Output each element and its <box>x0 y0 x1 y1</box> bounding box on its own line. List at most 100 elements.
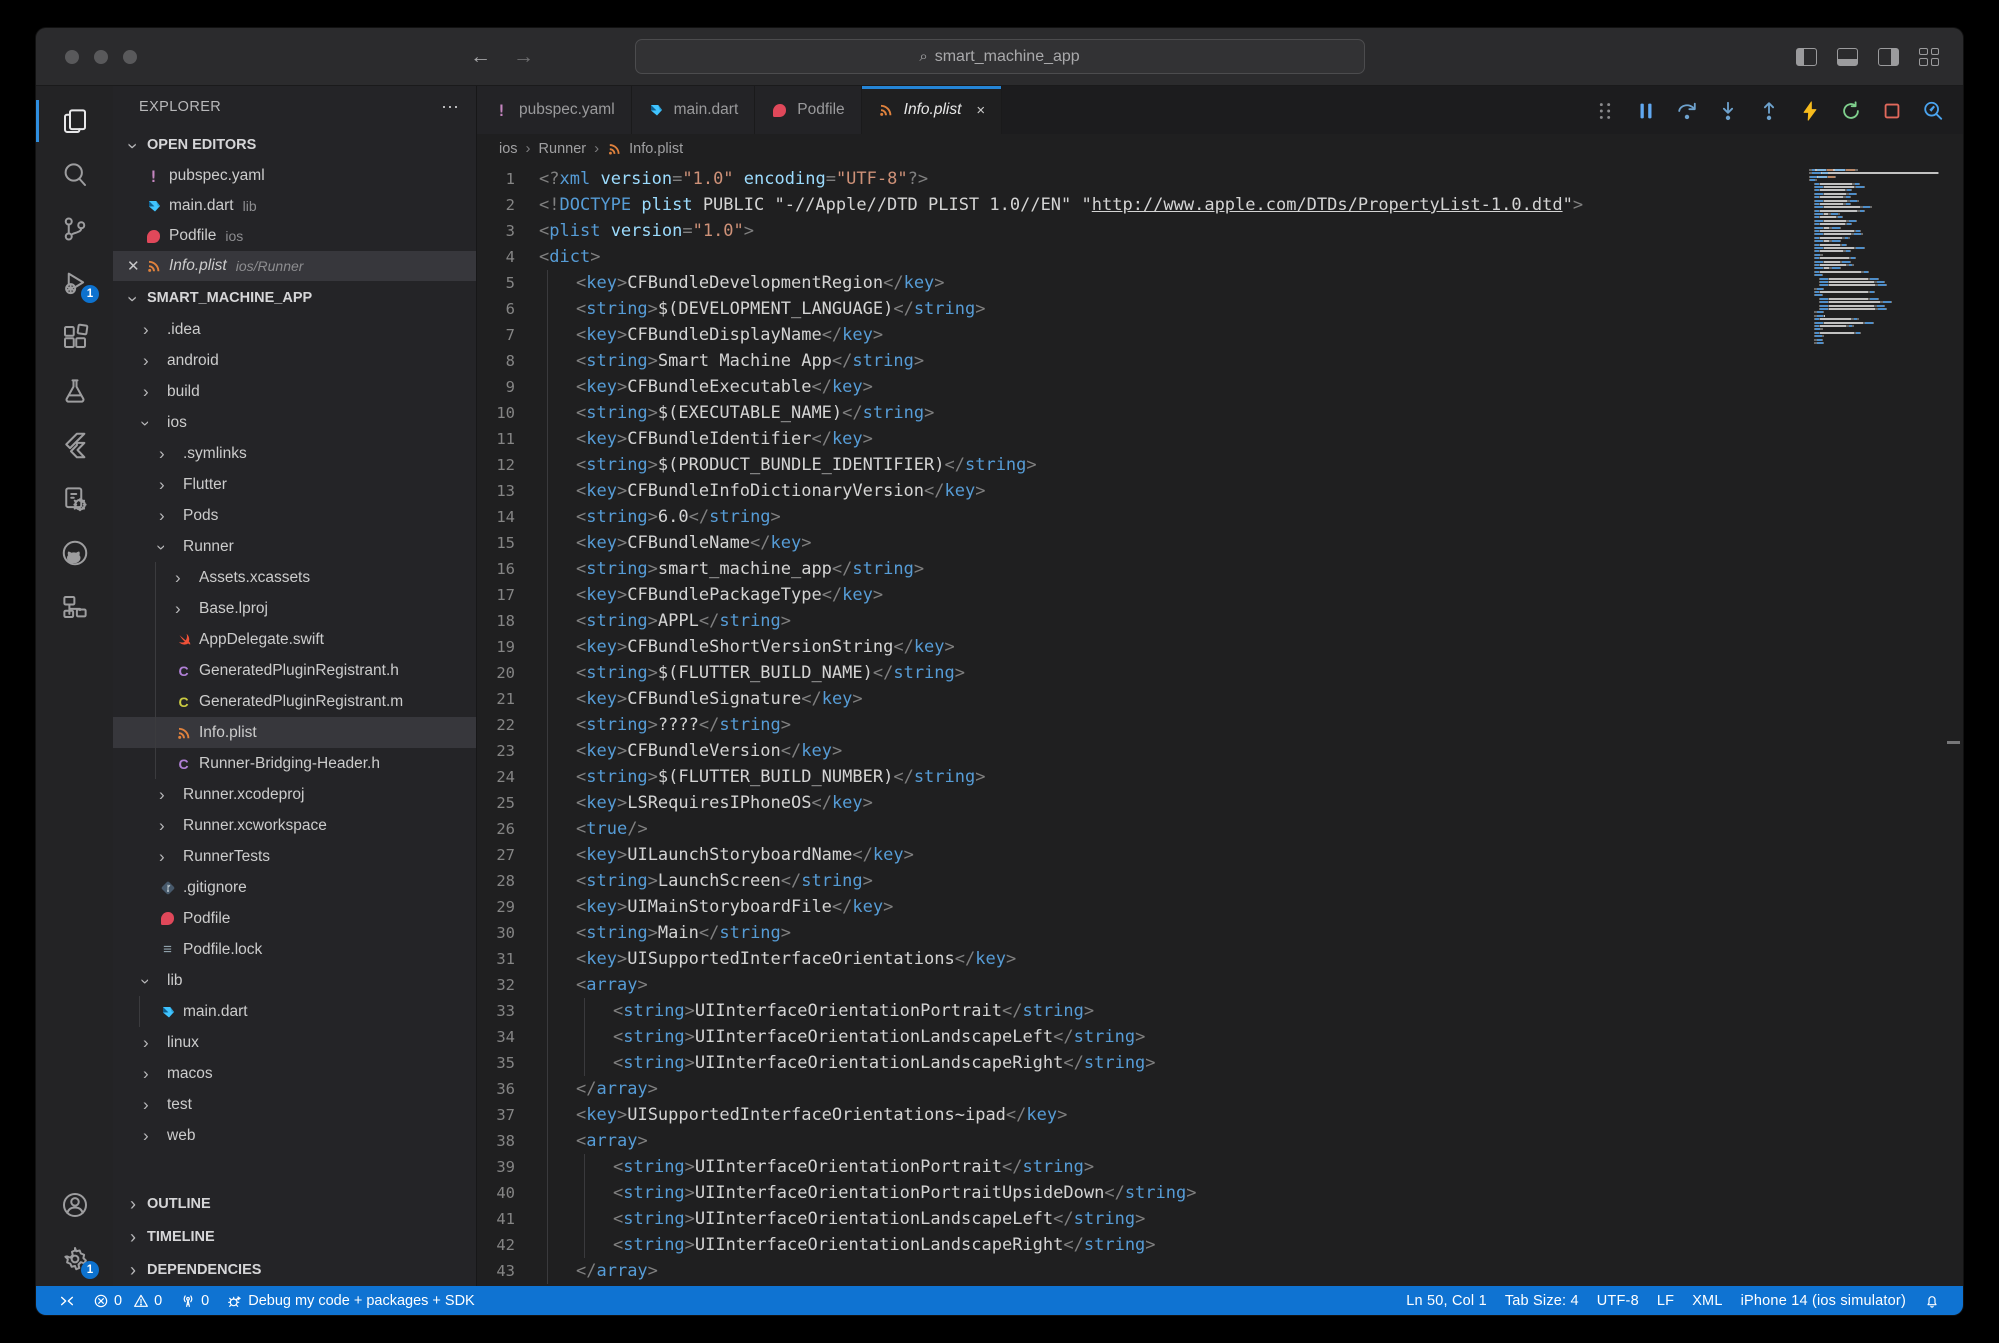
tree-item-android[interactable]: ›android <box>113 345 476 376</box>
tree-item-Base.lproj[interactable]: ›Base.lproj <box>113 593 476 624</box>
step-into-button[interactable] <box>1716 99 1740 123</box>
toggle-primary-sidebar-icon[interactable] <box>1796 48 1817 66</box>
tree-item-Runner[interactable]: ›Runner <box>113 531 476 562</box>
grip-button[interactable] <box>1593 99 1617 123</box>
customize-layout-icon[interactable] <box>1919 48 1939 66</box>
tab-pubspec.yaml[interactable]: !pubspec.yaml <box>477 86 632 134</box>
status-encoding[interactable]: UTF-8 <box>1588 1293 1648 1309</box>
toggle-panel-icon[interactable] <box>1837 48 1858 66</box>
tree-item-GeneratedPluginRegistrant.h[interactable]: CGeneratedPluginRegistrant.h <box>113 655 476 686</box>
tree-item-macos[interactable]: ›macos <box>113 1058 476 1089</box>
activity-settings[interactable]: 1 <box>36 1232 113 1286</box>
navigate-back-icon[interactable]: ← <box>470 45 491 69</box>
activity-source-control[interactable] <box>36 202 113 256</box>
toggle-secondary-sidebar-icon[interactable] <box>1878 48 1899 66</box>
tree-item-Pods[interactable]: ›Pods <box>113 500 476 531</box>
tree-item-.gitignore[interactable]: .gitignore <box>113 872 476 903</box>
activity-testing[interactable] <box>36 364 113 418</box>
activity-accounts[interactable] <box>36 1178 113 1232</box>
explorer-more-actions-icon[interactable]: ⋯ <box>441 97 460 118</box>
status-cursor-position[interactable]: Ln 50, Col 1 <box>1397 1293 1496 1309</box>
tab-bar: !pubspec.yamlmain.dartPodfileInfo.plist× <box>477 86 1963 134</box>
tree-item-Runner.xcworkspace[interactable]: ›Runner.xcworkspace <box>113 810 476 841</box>
open-editor-Podfile[interactable]: ✕Podfileios <box>113 221 476 251</box>
pause-button[interactable] <box>1634 99 1658 123</box>
close-icon[interactable]: × <box>976 102 985 119</box>
close-icon[interactable]: ✕ <box>127 257 140 275</box>
inspector-button[interactable] <box>1921 99 1945 123</box>
open-editor-pubspec.yaml[interactable]: ✕!pubspec.yaml <box>113 161 476 191</box>
file-tree: ›.idea›android›build›ios›.symlinks›Flutt… <box>113 314 476 1187</box>
open-editor-Info.plist[interactable]: ✕Info.plistios/Runner <box>113 251 476 281</box>
project-section[interactable]: › SMART_MACHINE_APP <box>113 281 476 314</box>
tree-item-main.dart[interactable]: main.dart <box>113 996 476 1027</box>
tree-item-AppDelegate.swift[interactable]: AppDelegate.swift <box>113 624 476 655</box>
tree-item-RunnerTests[interactable]: ›RunnerTests <box>113 841 476 872</box>
tab-main.dart[interactable]: main.dart <box>632 86 756 134</box>
step-over-button[interactable] <box>1675 99 1699 123</box>
tree-item-ios[interactable]: ›ios <box>113 407 476 438</box>
activity-devtools[interactable] <box>36 472 113 526</box>
status-eol[interactable]: LF <box>1648 1293 1683 1309</box>
restart-button[interactable] <box>1839 99 1863 123</box>
tree-item-Flutter[interactable]: ›Flutter <box>113 469 476 500</box>
hot-reload-button[interactable] <box>1798 99 1822 123</box>
status-problems[interactable]: 00 <box>84 1293 171 1309</box>
status-indentation[interactable]: Tab Size: 4 <box>1496 1293 1588 1309</box>
status-ports[interactable]: 0 <box>171 1293 218 1309</box>
activity-explorer[interactable] <box>36 94 113 148</box>
minimap[interactable] <box>1809 169 1941 345</box>
status-language-mode[interactable]: XML <box>1683 1293 1731 1309</box>
tab-Info.plist[interactable]: Info.plist× <box>862 86 1003 134</box>
section-timeline[interactable]: ›TIMELINE <box>113 1220 476 1253</box>
tree-item-web[interactable]: ›web <box>113 1120 476 1151</box>
tree-item-test[interactable]: ›test <box>113 1089 476 1120</box>
tree-item-Info.plist[interactable]: Info.plist <box>113 717 476 748</box>
tree-item-Runner-Bridging-Header.h[interactable]: CRunner-Bridging-Header.h <box>113 748 476 779</box>
tree-item-Runner.xcodeproj[interactable]: ›Runner.xcodeproj <box>113 779 476 810</box>
status-debug-config[interactable]: Debug my code + packages + SDK <box>218 1293 484 1309</box>
tree-item-GeneratedPluginRegistrant.m[interactable]: CGeneratedPluginRegistrant.m <box>113 686 476 717</box>
stop-button[interactable] <box>1880 99 1904 123</box>
navigate-forward-icon[interactable]: → <box>513 45 534 69</box>
tree-item-linux[interactable]: ›linux <box>113 1027 476 1058</box>
tree-item-Podfile.lock[interactable]: ≡Podfile.lock <box>113 934 476 965</box>
lockfile-icon: ≡ <box>163 941 172 958</box>
breadcrumb-item-ios[interactable]: ios <box>499 141 518 157</box>
activity-flutter[interactable] <box>36 418 113 472</box>
close-window-button[interactable] <box>65 50 79 64</box>
breadcrumb-item-Runner[interactable]: Runner <box>539 141 587 157</box>
status-notifications[interactable] <box>1915 1293 1949 1309</box>
activity-extensions[interactable] <box>36 310 113 364</box>
tree-item-label: android <box>167 352 219 370</box>
open-editors-section[interactable]: › OPEN EDITORS <box>113 128 476 161</box>
section-outline[interactable]: ›OUTLINE <box>113 1187 476 1220</box>
status-device[interactable]: iPhone 14 (ios simulator) <box>1732 1293 1915 1309</box>
code-line-13: 13<key>CFBundleInfoDictionaryVersion</ke… <box>477 478 1803 504</box>
tree-item-label: Runner.xcworkspace <box>183 817 327 835</box>
tree-item-lib[interactable]: ›lib <box>113 965 476 996</box>
tab-Podfile[interactable]: Podfile <box>755 86 861 134</box>
file-name: Podfile <box>169 227 216 245</box>
layout-controls <box>1796 48 1939 66</box>
activity-search[interactable] <box>36 148 113 202</box>
minimize-window-button[interactable] <box>94 50 108 64</box>
tree-item-build[interactable]: ›build <box>113 376 476 407</box>
activity-references[interactable] <box>36 580 113 634</box>
status-remote[interactable] <box>50 1293 84 1309</box>
tree-item-Podfile[interactable]: Podfile <box>113 903 476 934</box>
open-editor-main.dart[interactable]: ✕main.dartlib <box>113 191 476 221</box>
code-line-38: 38<array> <box>477 1128 1803 1154</box>
tree-item-.idea[interactable]: ›.idea <box>113 314 476 345</box>
line-number: 38 <box>477 1128 539 1154</box>
code-editor[interactable]: 1<?xml version="1.0" encoding="UTF-8"?>2… <box>477 163 1963 1286</box>
step-out-button[interactable] <box>1757 99 1781 123</box>
tree-item-.symlinks[interactable]: ›.symlinks <box>113 438 476 469</box>
command-center-search[interactable]: ⌕ smart_machine_app <box>635 39 1365 74</box>
tree-item-Assets.xcassets[interactable]: ›Assets.xcassets <box>113 562 476 593</box>
activity-github[interactable] <box>36 526 113 580</box>
zoom-window-button[interactable] <box>123 50 137 64</box>
breadcrumb-item-Info.plist[interactable]: Info.plist <box>607 141 683 157</box>
activity-run-debug[interactable]: 1 <box>36 256 113 310</box>
section-dependencies[interactable]: ›DEPENDENCIES <box>113 1253 476 1286</box>
